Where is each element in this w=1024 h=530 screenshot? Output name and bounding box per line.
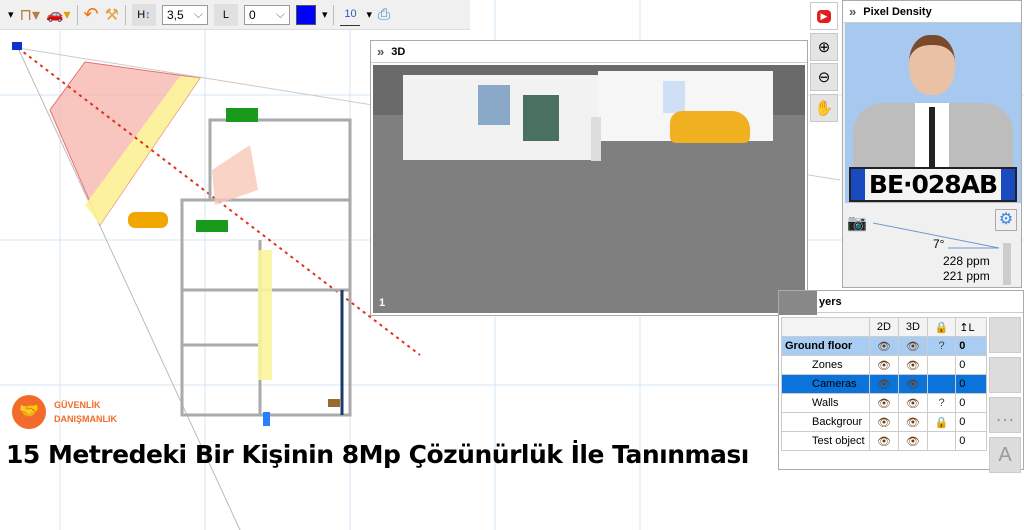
height-select[interactable]: 3,5 ⌵ bbox=[161, 4, 208, 25]
layer-button-2[interactable] bbox=[989, 357, 1021, 393]
visible-3d-eye-icon[interactable]: 👁 bbox=[897, 336, 928, 356]
3d-viewport[interactable]: 1 bbox=[373, 65, 805, 313]
visible-2d-eye-icon[interactable]: 👁 bbox=[869, 336, 899, 356]
level-icon-label: L bbox=[222, 8, 230, 21]
stamp-icon[interactable]: ⚒ bbox=[105, 4, 119, 26]
layer-name: Backgrour bbox=[781, 412, 870, 432]
visible-2d-eye-icon[interactable]: 👁 bbox=[869, 374, 899, 394]
collapse-chevron-icon[interactable]: » bbox=[849, 4, 856, 19]
logo: 🤝 GÜVENLİK DANIŞMANLIK bbox=[12, 395, 117, 429]
undo-icon[interactable]: ↶ bbox=[84, 4, 99, 26]
grid-size-icon[interactable]: 10 bbox=[340, 4, 361, 26]
layer-name: Cameras bbox=[781, 374, 870, 394]
handshake-icon: 🤝 bbox=[12, 395, 46, 429]
zoom-out-button[interactable]: ⊖ bbox=[810, 63, 838, 91]
person-icon bbox=[1003, 243, 1011, 285]
visible-2d-eye-icon[interactable]: 👁 bbox=[869, 355, 899, 375]
view-number: 1 bbox=[379, 297, 386, 309]
lock-state-icon[interactable] bbox=[926, 374, 957, 394]
layer-name: Walls bbox=[781, 393, 870, 413]
zoom-in-button[interactable]: ⊕ bbox=[810, 33, 838, 61]
visible-2d-eye-icon[interactable]: 👁 bbox=[869, 431, 899, 451]
ppm-value-1: 228 ppm bbox=[943, 254, 990, 268]
layer-level: 0 bbox=[955, 412, 987, 432]
grid-dropdown-icon[interactable]: ▾ bbox=[366, 8, 372, 21]
layer-row[interactable]: Walls 👁 👁 ? 0 bbox=[781, 393, 987, 413]
level-icon: L bbox=[213, 3, 238, 26]
toolbar: ▾ ⊓▾ 🚗▾ ↶ ⚒ H ↕ 3,5 ⌵ L 0 ⌵ ▾ 10 ▾ ⎙ bbox=[0, 0, 470, 30]
visible-3d-eye-icon[interactable]: 👁 bbox=[897, 393, 928, 413]
lock-state-icon[interactable]: 🔒 bbox=[926, 412, 957, 432]
pan-button[interactable]: ✋ bbox=[810, 94, 838, 122]
hand-icon: ✋ bbox=[814, 100, 834, 117]
layer-level: 0 bbox=[955, 355, 987, 375]
lock-state-icon[interactable]: ? bbox=[926, 393, 957, 413]
zoom-out-icon: ⊖ bbox=[817, 69, 831, 86]
angle-label: 7° bbox=[933, 237, 945, 251]
3d-window-title: 3D bbox=[391, 45, 406, 58]
visible-3d-eye-icon[interactable]: 👁 bbox=[897, 374, 928, 394]
level-value: 0 bbox=[248, 7, 256, 22]
logo-line-2: DANIŞMANLIK bbox=[54, 414, 117, 424]
layer-row[interactable]: Test object 👁 👁 0 bbox=[781, 431, 987, 451]
level-select[interactable]: 0 ⌵ bbox=[243, 4, 290, 25]
layer-row[interactable]: Cameras 👁 👁 0 bbox=[781, 374, 987, 394]
layer-level: 0 bbox=[955, 336, 987, 356]
car-tool-icon[interactable]: 🚗▾ bbox=[46, 4, 70, 26]
visible-3d-eye-icon[interactable]: 👁 bbox=[897, 355, 928, 375]
collapse-chevron-icon[interactable]: » bbox=[377, 44, 384, 59]
layer-level: 0 bbox=[955, 431, 987, 451]
layer-row[interactable]: Ground floor 👁 👁 ? 0 bbox=[781, 336, 987, 356]
height-icon-label: H bbox=[137, 8, 146, 21]
layer-name: Zones bbox=[781, 355, 870, 375]
layer-text-button[interactable]: A bbox=[989, 437, 1021, 473]
layer-level: 0 bbox=[955, 374, 987, 394]
person-icon bbox=[263, 412, 270, 426]
layer-row[interactable]: Backgrour 👁 👁 🔒 0 bbox=[781, 412, 987, 432]
layers-table: 2D 3D 🔒 ↥L Ground floor 👁 👁 ? 0 Zones 👁 👁 0C… bbox=[781, 317, 987, 451]
level-column-icon: ↥L bbox=[955, 317, 987, 337]
layer-level: 0 bbox=[955, 393, 987, 413]
logo-line-1: GÜVENLİK bbox=[54, 400, 101, 410]
height-value: 3,5 bbox=[166, 7, 184, 22]
visible-2d-eye-icon[interactable]: 👁 bbox=[869, 412, 899, 432]
person-3d bbox=[591, 117, 601, 161]
printer-icon[interactable]: ⎙ bbox=[378, 4, 390, 26]
camera-icon bbox=[12, 42, 22, 50]
layer-name: Test object bbox=[781, 431, 870, 451]
plate-text: BE·028AB bbox=[868, 170, 998, 199]
license-plate: BE·028AB bbox=[849, 167, 1017, 202]
lock-state-icon[interactable] bbox=[926, 355, 957, 375]
dropdown-arrow-icon[interactable]: ▾ bbox=[8, 4, 14, 26]
visible-3d-eye-icon[interactable]: 👁 bbox=[897, 431, 928, 451]
visible-2d-eye-icon[interactable]: 👁 bbox=[869, 393, 899, 413]
layers-panel: yers 2D 3D 🔒 ↥L Ground floor 👁 👁 ? 0 Zones 👁… bbox=[778, 290, 1024, 473]
pixel-density-title: Pixel Density bbox=[863, 5, 932, 18]
layer-more-button[interactable]: … bbox=[989, 397, 1021, 433]
layer-name: Ground floor bbox=[781, 336, 870, 356]
car-3d bbox=[670, 111, 750, 143]
visible-3d-eye-icon[interactable]: 👁 bbox=[897, 412, 928, 432]
lock-state-icon[interactable]: ? bbox=[926, 336, 957, 356]
camera-icon: 📷 bbox=[847, 215, 867, 232]
layer-tools: … A bbox=[989, 317, 1021, 477]
layer-button-1[interactable] bbox=[989, 317, 1021, 353]
color-dropdown-icon[interactable]: ▾ bbox=[322, 8, 328, 21]
pixel-density-panel: » Pixel Density BE·028AB 📷 ⚙ 7° 228 ppm 2… bbox=[842, 0, 1022, 288]
lock-column-icon: 🔒 bbox=[926, 317, 957, 337]
ppm-value-2: 221 ppm bbox=[943, 269, 990, 283]
color-swatch[interactable] bbox=[295, 4, 316, 25]
youtube-button[interactable]: ▶ bbox=[810, 2, 838, 30]
layer-row[interactable]: Zones 👁 👁 0 bbox=[781, 355, 987, 375]
car-icon bbox=[128, 212, 168, 228]
caption-title: 15 Metredeki Bir Kişinin 8Mp Çözünürlük … bbox=[6, 440, 749, 469]
lock-state-icon[interactable] bbox=[926, 431, 957, 451]
zoom-in-icon: ⊕ bbox=[817, 39, 831, 56]
table-icon[interactable]: ⊓▾ bbox=[20, 4, 41, 26]
3d-view-window: » 3D 1 bbox=[370, 40, 808, 316]
height-icon: H ↕ bbox=[131, 3, 156, 26]
